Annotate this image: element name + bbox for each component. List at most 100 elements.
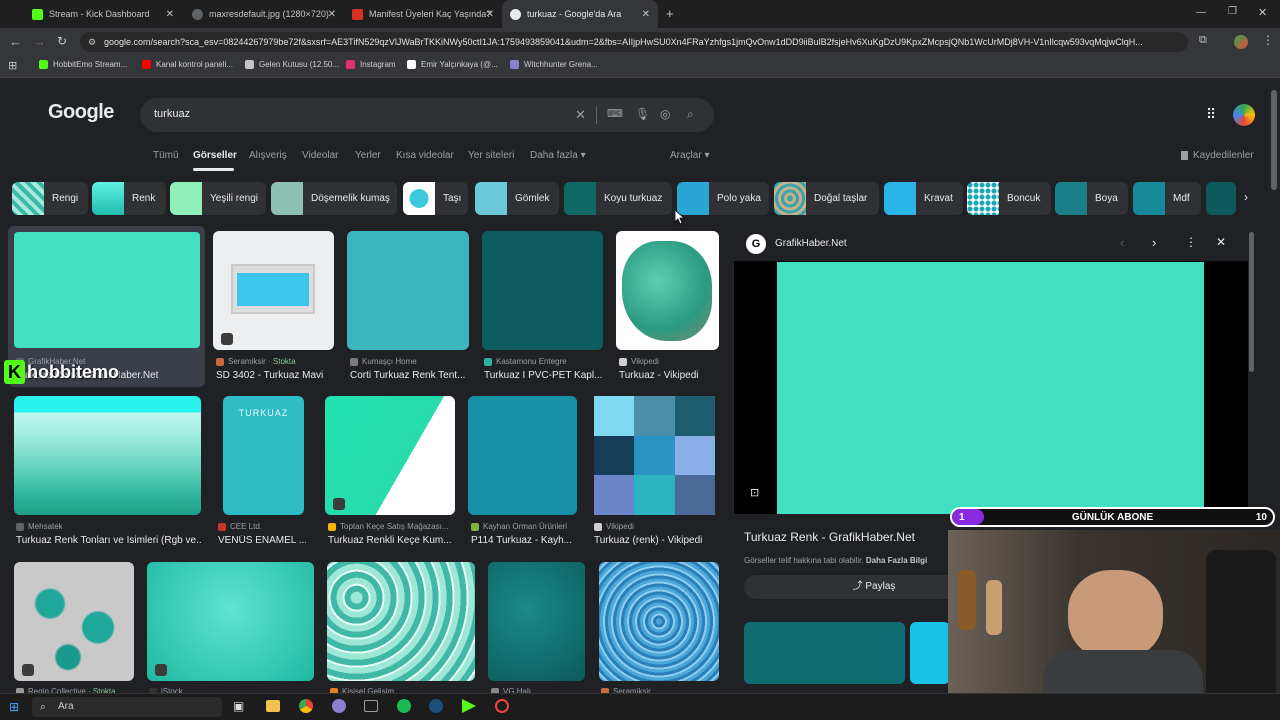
site-info-icon[interactable]: ⚙ — [88, 32, 96, 52]
tab-maxresdefault[interactable]: maxresdefault.jpg (1280×720) ✕ — [184, 0, 344, 28]
back-icon[interactable]: ← — [9, 34, 22, 49]
lens-search-icon[interactable]: ⊡ — [750, 486, 759, 499]
result-source[interactable]: Seramiksir · Stokta — [216, 357, 296, 366]
related-image[interactable] — [910, 622, 950, 684]
file-explorer-icon[interactable] — [266, 700, 280, 712]
account-avatar[interactable] — [1233, 104, 1255, 126]
bookmark-item[interactable]: HobbitEmo Stream... — [39, 60, 127, 69]
result-image[interactable] — [325, 396, 455, 515]
chip-yesili-rengi[interactable]: Yeşili rengi — [170, 182, 266, 215]
tab-websites[interactable]: Yer siteleri — [468, 150, 514, 161]
tab-kick-dashboard[interactable]: Stream - Kick Dashboard ✕ — [24, 0, 182, 28]
result-source[interactable]: Kayhan Orman Ürünleri — [471, 522, 567, 531]
discord-icon[interactable] — [332, 699, 346, 713]
spotify-icon[interactable] — [397, 699, 411, 713]
result-source[interactable]: Kumaşçı Home — [350, 357, 417, 366]
tab-more[interactable]: Daha fazla ▾ — [530, 150, 586, 161]
lens-icon[interactable]: ◎ — [660, 107, 670, 121]
result-image[interactable] — [213, 231, 334, 350]
tab-places[interactable]: Yerler — [355, 150, 381, 161]
task-view-icon[interactable]: ▣ — [233, 699, 244, 713]
page-scrollbar[interactable] — [1271, 90, 1277, 190]
tab-videos[interactable]: Videolar — [302, 150, 339, 161]
preview-title[interactable]: Turkuaz Renk - GrafikHaber.Net — [744, 530, 915, 544]
close-preview-icon[interactable]: ✕ — [1216, 235, 1226, 249]
bookmark-item[interactable]: Gelen Kutusu (12.50... — [245, 60, 339, 69]
result-image[interactable] — [616, 231, 719, 350]
extensions-icon[interactable]: ⧉ — [1199, 34, 1207, 47]
result-image[interactable] — [468, 396, 577, 515]
preview-site-name[interactable]: GrafikHaber.Net — [775, 238, 847, 249]
result-title[interactable]: Turkuaz Renkli Keçe Kum... — [328, 535, 456, 546]
chip-partial[interactable] — [1206, 182, 1236, 215]
chip-mdf[interactable]: Mdf — [1133, 182, 1201, 215]
result-image[interactable] — [599, 562, 719, 681]
saved-button[interactable]: Kaydedilenler — [1181, 150, 1254, 161]
chip-rengi[interactable]: Rengi — [12, 182, 88, 215]
result-title[interactable]: Turkuaz Renk Tonları ve İsimleri (Rgb ve… — [16, 535, 202, 546]
close-tab-icon[interactable]: ✕ — [328, 9, 336, 20]
tab-images[interactable]: Görseller — [193, 150, 237, 161]
result-image[interactable] — [14, 396, 201, 515]
chevron-right-icon[interactable]: › — [1244, 190, 1248, 204]
tab-google-search[interactable]: turkuaz - Google'da Ara ✕ — [502, 0, 658, 28]
chip-renk[interactable]: Renk — [92, 182, 166, 215]
google-logo[interactable]: Google — [48, 101, 114, 124]
result-source[interactable]: Vikipedi — [619, 357, 659, 366]
result-title[interactable]: Turkuaz - Vikipedi — [619, 370, 719, 381]
result-source[interactable]: Toptan Keçe Satış Mağazası... — [328, 522, 449, 531]
close-window-icon[interactable]: ✕ — [1258, 6, 1267, 19]
result-title[interactable]: SD 3402 - Turkuaz Mavi — [216, 370, 336, 381]
related-image[interactable] — [744, 622, 905, 684]
search-input[interactable]: turkuaz ✕ ⌨ 🎙 ◎ ⌕ — [140, 98, 714, 132]
result-image[interactable] — [14, 562, 134, 681]
chip-kravat[interactable]: Kravat — [884, 182, 963, 215]
address-bar-input[interactable]: ⚙ google.com/search?sca_esv=08244267979b… — [80, 32, 1188, 52]
result-title[interactable]: Turkuaz I PVC-PET Kapl... — [484, 370, 604, 381]
next-icon[interactable]: › — [1152, 235, 1156, 250]
close-tab-icon[interactable]: ✕ — [642, 9, 650, 20]
preview-image[interactable] — [777, 262, 1204, 514]
clear-icon[interactable]: ✕ — [575, 107, 586, 123]
chrome-icon[interactable] — [299, 699, 313, 713]
learn-more-link[interactable]: Daha Fazla Bilgi — [866, 556, 927, 565]
search-icon[interactable]: ⌕ — [687, 107, 694, 122]
result-title[interactable]: P114 Turkuaz - Kayh... — [471, 535, 579, 546]
google-apps-icon[interactable]: ⠿ — [1206, 106, 1216, 123]
chip-tasi[interactable]: Taşı — [403, 182, 468, 215]
previous-icon[interactable]: ‹ — [1120, 235, 1124, 250]
result-image[interactable] — [147, 562, 314, 681]
close-tab-icon[interactable]: ✕ — [166, 9, 174, 20]
chip-polo-yaka[interactable]: Polo yaka — [677, 182, 769, 215]
chip-koyu-turkuaz[interactable]: Koyu turkuaz — [564, 182, 672, 215]
steam-icon[interactable] — [429, 699, 443, 713]
result-image[interactable] — [488, 562, 585, 681]
tab-manifest[interactable]: Manifest Üyeleri Kaç Yaşında? ✕ — [344, 0, 502, 28]
profile-avatar-icon[interactable] — [1234, 35, 1248, 49]
result-source[interactable]: Vikipedi — [594, 522, 634, 531]
result-source[interactable]: Mehsatek — [16, 522, 63, 531]
new-tab-icon[interactable]: + — [666, 6, 674, 21]
result-image[interactable] — [327, 562, 475, 681]
tab-shopping[interactable]: Alışveriş — [249, 150, 287, 161]
bookmark-item[interactable]: Kanal kontrol paneli... — [142, 60, 233, 69]
tab-all[interactable]: Tümü — [153, 150, 179, 161]
reload-icon[interactable]: ↻ — [57, 34, 67, 48]
result-title[interactable]: VENÜS ENAMEL ... — [218, 535, 306, 546]
chip-boncuk[interactable]: Boncuk — [967, 182, 1051, 215]
bookmark-item[interactable]: Emir Yalçınkaya (@... — [407, 60, 498, 69]
close-tab-icon[interactable]: ✕ — [486, 9, 494, 20]
bookmark-item[interactable]: Instagram — [346, 60, 396, 69]
obs-icon[interactable] — [495, 699, 509, 713]
windows-start-icon[interactable]: ⊞ — [9, 700, 19, 714]
result-image[interactable] — [482, 231, 603, 350]
chip-boya[interactable]: Boya — [1055, 182, 1128, 215]
app-icon[interactable] — [364, 700, 378, 712]
keyboard-icon[interactable]: ⌨ — [607, 107, 623, 120]
result-source[interactable]: Kastamonu Entegre — [484, 357, 567, 366]
tools-button[interactable]: Araçlar ▾ — [670, 150, 709, 161]
result-title[interactable]: Corti Turkuaz Renk Tent... — [350, 370, 470, 381]
chip-gomlek[interactable]: Gömlek — [475, 182, 559, 215]
result-title[interactable]: Turkuaz (renk) - Vikipedi — [594, 535, 714, 546]
panel-scrollbar[interactable] — [1249, 232, 1254, 372]
